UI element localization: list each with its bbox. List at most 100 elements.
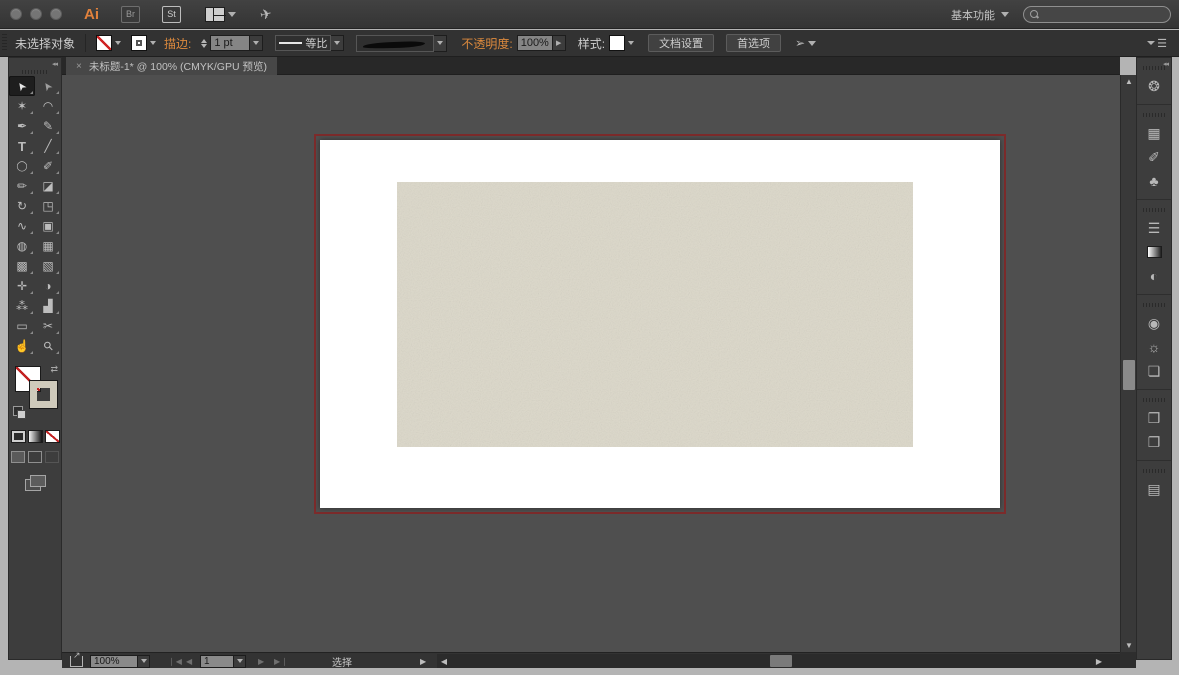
bridge-icon[interactable]: Br xyxy=(121,5,140,23)
width-profile-dropdown[interactable] xyxy=(331,35,345,51)
free-transform-tool[interactable]: ▣ xyxy=(35,216,61,236)
vertical-scroll-thumb[interactable] xyxy=(1123,360,1135,390)
asset-export-panel-button[interactable]: ▤ xyxy=(1137,477,1171,501)
fill-none-swatch[interactable] xyxy=(96,35,113,51)
slice-tool[interactable]: ✂ xyxy=(35,316,61,336)
none-button[interactable] xyxy=(44,430,60,443)
zoom-level-control[interactable] xyxy=(90,653,150,669)
collapse-toolbar-button[interactable]: ◂◂ xyxy=(52,60,58,68)
style-control[interactable] xyxy=(609,35,635,51)
stroke-panel-button[interactable]: ☰ xyxy=(1137,216,1171,240)
rectangle-tool[interactable]: ◯ xyxy=(9,156,35,176)
artboard-number-dropdown[interactable] xyxy=(234,654,246,668)
zoom-window-button[interactable] xyxy=(50,8,62,20)
column-graph-tool[interactable]: ▟ xyxy=(35,296,61,316)
swatches-panel-button[interactable]: ▦ xyxy=(1137,121,1171,145)
transparency-panel-button[interactable]: ◐ xyxy=(1137,264,1171,288)
first-artboard-button[interactable]: ❘◀ xyxy=(168,653,183,669)
scroll-left-icon[interactable]: ◀ xyxy=(437,654,451,668)
fill-color-control[interactable] xyxy=(96,35,122,51)
stroke-color-indicator[interactable] xyxy=(29,380,58,409)
curvature-tool[interactable]: ✎ xyxy=(35,116,61,136)
pen-tool[interactable]: ✒ xyxy=(9,116,35,136)
layers-panel-button[interactable]: ❒ xyxy=(1137,406,1171,430)
gradient-tool[interactable]: ▧ xyxy=(35,256,61,276)
vertical-scrollbar[interactable]: ▲ ▼ xyxy=(1120,75,1136,652)
search-box[interactable] xyxy=(1023,6,1171,23)
scroll-down-icon[interactable]: ▼ xyxy=(1121,639,1137,652)
share-icon[interactable]: ✈ xyxy=(258,4,273,23)
zoom-level-dropdown[interactable] xyxy=(138,654,150,668)
status-display[interactable]: 选择 xyxy=(332,653,352,669)
zoom-tool[interactable]: ⚲ xyxy=(35,336,61,356)
stroke-color-control[interactable] xyxy=(131,35,157,51)
appearance-panel-button[interactable]: ☼ xyxy=(1137,335,1171,359)
status-bar-expand-icon[interactable]: ▶ xyxy=(420,653,426,669)
direct-selection-tool[interactable]: ➤ xyxy=(35,76,61,96)
paintbrush-tool[interactable]: ✐ xyxy=(35,156,61,176)
dock-grip[interactable] xyxy=(1143,113,1165,117)
symbol-sprayer-tool[interactable]: ⁂ xyxy=(9,296,35,316)
search-input[interactable] xyxy=(1043,8,1164,21)
stock-icon[interactable]: St xyxy=(162,5,181,23)
graphic-styles-panel-button[interactable]: ❏ xyxy=(1137,359,1171,383)
lasso-tool[interactable]: ◠ xyxy=(35,96,61,116)
preferences-button[interactable]: 首选项 xyxy=(726,34,782,52)
artboard[interactable] xyxy=(320,140,1000,508)
stroke-width-dropdown[interactable] xyxy=(250,35,264,51)
rotate-tool[interactable]: ↻ xyxy=(9,196,35,216)
magic-wand-tool[interactable]: ✶ xyxy=(9,96,35,116)
stroke-width-stepper[interactable] xyxy=(201,38,208,48)
placed-texture-rectangle[interactable] xyxy=(397,182,913,447)
libraries-panel-button[interactable]: ◉ xyxy=(1137,311,1171,335)
workspace-switcher[interactable]: 基本功能 xyxy=(951,7,1009,23)
last-artboard-button[interactable]: ▶❘ xyxy=(274,653,289,669)
previous-artboard-button[interactable]: ◀ xyxy=(186,653,193,669)
hand-tool[interactable]: ☝ xyxy=(9,336,35,356)
arrange-documents-button[interactable] xyxy=(205,6,236,22)
draw-behind-button[interactable] xyxy=(28,451,42,463)
opacity-label[interactable]: 不透明度: xyxy=(461,35,512,52)
color-panel-button[interactable]: ❂ xyxy=(1137,74,1171,98)
default-fill-stroke-icon[interactable] xyxy=(13,406,26,419)
artboard-navigation[interactable] xyxy=(200,653,246,669)
eraser-tool[interactable]: ◪ xyxy=(35,176,61,196)
symbols-panel-button[interactable]: ♣ xyxy=(1137,169,1171,193)
scroll-up-icon[interactable]: ▲ xyxy=(1121,75,1137,88)
close-tab-icon[interactable]: × xyxy=(76,61,82,72)
horizontal-scrollbar[interactable]: ◀ ▶ xyxy=(437,654,1120,668)
expand-dock-button[interactable]: ◂◂ xyxy=(1163,60,1169,68)
perspective-grid-tool[interactable]: ▦ xyxy=(35,236,61,256)
export-status-icon[interactable] xyxy=(70,650,83,669)
artboard-tool[interactable]: ▭ xyxy=(9,316,35,336)
canvas[interactable] xyxy=(62,75,1120,652)
mesh-tool[interactable]: ▩ xyxy=(9,256,35,276)
brushes-panel-button[interactable]: ✐ xyxy=(1137,145,1171,169)
artboards-panel-button[interactable]: ❐ xyxy=(1137,430,1171,454)
scroll-right-icon[interactable]: ▶ xyxy=(1092,654,1106,668)
scale-tool[interactable]: ◳ xyxy=(35,196,61,216)
dock-grip[interactable] xyxy=(1143,66,1165,70)
stroke-swatch[interactable] xyxy=(131,35,148,51)
gradient-panel-button[interactable] xyxy=(1137,240,1171,264)
gradient-button[interactable] xyxy=(27,430,43,443)
close-window-button[interactable] xyxy=(10,8,22,20)
change-screen-mode-button[interactable] xyxy=(25,475,46,491)
brush-definition-preview[interactable] xyxy=(356,34,435,52)
shape-builder-tool[interactable]: ◍ xyxy=(9,236,35,256)
draw-normal-button[interactable] xyxy=(11,451,25,463)
stroke-width-field[interactable] xyxy=(210,35,251,51)
stepper-up-icon[interactable] xyxy=(201,38,208,43)
minimize-window-button[interactable] xyxy=(30,8,42,20)
zoom-level-field[interactable] xyxy=(90,654,138,668)
next-artboard-button[interactable]: ▶ xyxy=(258,653,265,669)
dock-grip[interactable] xyxy=(1143,208,1165,212)
blend-tool[interactable]: ◑ xyxy=(35,276,61,296)
opacity-field[interactable] xyxy=(516,35,553,51)
select-similar-objects-button[interactable]: ➢ xyxy=(795,36,817,50)
dock-grip[interactable] xyxy=(1143,303,1165,307)
swap-fill-stroke-icon[interactable]: ⇄ xyxy=(50,364,58,375)
width-tool[interactable]: ∿ xyxy=(9,216,35,236)
document-tab[interactable]: × 未标题-1* @ 100% (CMYK/GPU 预览) xyxy=(66,57,277,75)
document-setup-button[interactable]: 文档设置 xyxy=(648,34,715,52)
